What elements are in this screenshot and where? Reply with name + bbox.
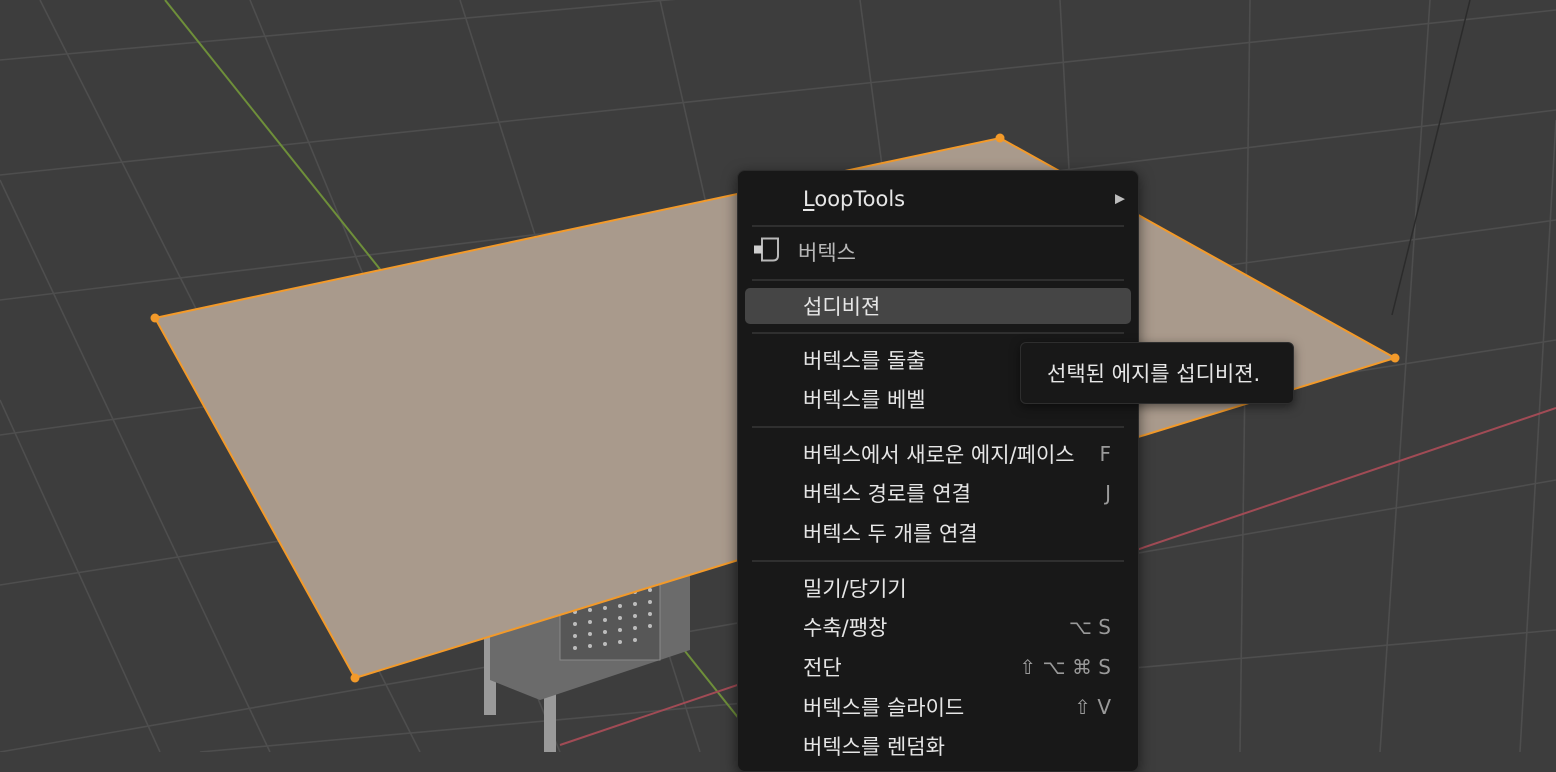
- menu-item-label: 버텍스를 슬라이드: [803, 696, 965, 720]
- menu-item-looptools[interactable]: LoopTools ▶: [745, 181, 1131, 217]
- menu-item-label: 전단: [803, 656, 842, 680]
- menu-separator: [752, 426, 1124, 428]
- menu-item-connect-vertex-pairs[interactable]: 버텍스 두 개를 연결: [745, 515, 1131, 551]
- menu-item-shrink-fatten[interactable]: 수축/팽창 ⌥ S: [745, 609, 1131, 645]
- menu-section-label: 버텍스: [798, 241, 856, 265]
- menu-item-connect-vertex-path[interactable]: 버텍스 경로를 연결 J: [745, 475, 1131, 511]
- menu-item-label: 버텍스에서 새로운 에지/페이스: [803, 443, 1075, 467]
- menu-item-shear[interactable]: 전단 ⇧ ⌥ ⌘ S: [745, 649, 1131, 685]
- submenu-arrow-icon: ▶: [1115, 191, 1125, 207]
- menu-item-label: 버텍스 경로를 연결: [803, 482, 971, 506]
- menu-item-shortcut: ⌥ S: [1068, 615, 1111, 639]
- menu-item-label: 버텍스를 렌덤화: [803, 735, 945, 759]
- menu-separator: [752, 225, 1124, 227]
- menu-item-label: 섭디비젼: [803, 295, 881, 319]
- menu-item-slide-vertices[interactable]: 버텍스를 슬라이드 ⇧ V: [745, 689, 1131, 725]
- menu-item-new-edge-face[interactable]: 버텍스에서 새로운 에지/페이스 F: [745, 436, 1131, 472]
- tooltip-text: 선택된 에지를 섭디비젼.: [1047, 362, 1261, 386]
- menu-item-label: 버텍스 두 개를 연결: [803, 522, 978, 546]
- menu-section-header: 버텍스: [745, 234, 1131, 270]
- menu-item-label: 버텍스를 돌출: [803, 349, 926, 373]
- vertex-context-menu: LoopTools ▶ 버텍스 섭디비젼 버텍스를 돌출 버텍스를 베벨 버텍스…: [737, 170, 1139, 772]
- menu-item-subdivide[interactable]: 섭디비젼: [745, 288, 1131, 324]
- menu-separator: [752, 279, 1124, 281]
- menu-item-shortcut: J: [1105, 481, 1111, 505]
- menu-item-randomize-vertices[interactable]: 버텍스를 렌덤화: [745, 728, 1131, 764]
- menu-item-label: 밀기/당기기: [803, 577, 907, 601]
- tooltip: 선택된 에지를 섭디비젼.: [1020, 342, 1294, 404]
- menu-item-mnemonic: L: [803, 187, 815, 211]
- menu-item-label: 버텍스를 베벨: [803, 388, 926, 412]
- menu-item-shortcut: F: [1099, 442, 1111, 466]
- menu-item-shortcut: ⇧ V: [1074, 695, 1111, 719]
- menu-separator: [752, 332, 1124, 334]
- menu-item-push-pull[interactable]: 밀기/당기기: [745, 570, 1131, 606]
- menu-separator: [752, 560, 1124, 562]
- menu-item-shortcut: ⇧ ⌥ ⌘ S: [1019, 655, 1111, 679]
- vertex-icon: [752, 235, 782, 270]
- menu-item-label: 수축/팽창: [803, 616, 888, 640]
- menu-item-label: oopTools: [814, 187, 906, 211]
